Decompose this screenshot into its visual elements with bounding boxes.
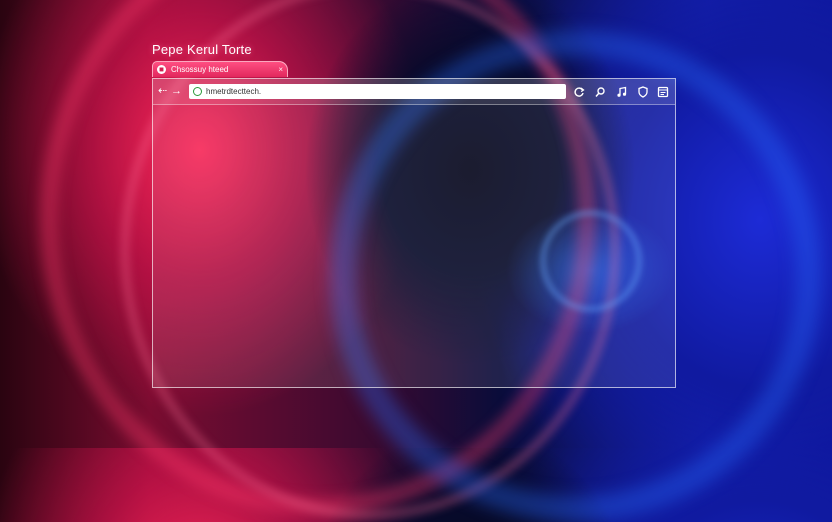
- page-title: Pepe Kerul Torte: [152, 42, 252, 57]
- address-text: hmetrdtecttech.: [206, 87, 262, 96]
- page-icon: ◼: [157, 65, 166, 74]
- page-viewport[interactable]: [153, 104, 675, 387]
- secure-icon: [193, 87, 202, 96]
- window-icon[interactable]: [656, 85, 669, 98]
- tab-close-icon[interactable]: ×: [278, 65, 283, 74]
- tab-label: Chsossuy hteed: [171, 65, 229, 74]
- browser-toolbar: ⇠ → hmetrdtecttech.: [153, 79, 675, 105]
- browser-window: ⇠ → hmetrdtecttech.: [152, 78, 676, 388]
- back-button[interactable]: ⇠: [158, 85, 167, 97]
- forward-button[interactable]: →: [171, 85, 182, 97]
- browser-tab[interactable]: ◼ Chsossuy hteed ×: [152, 61, 288, 77]
- refresh-icon[interactable]: [572, 85, 585, 98]
- music-icon[interactable]: [615, 85, 628, 98]
- shield-icon[interactable]: [636, 85, 649, 98]
- address-bar[interactable]: hmetrdtecttech.: [189, 84, 566, 99]
- pin-icon[interactable]: [593, 85, 606, 98]
